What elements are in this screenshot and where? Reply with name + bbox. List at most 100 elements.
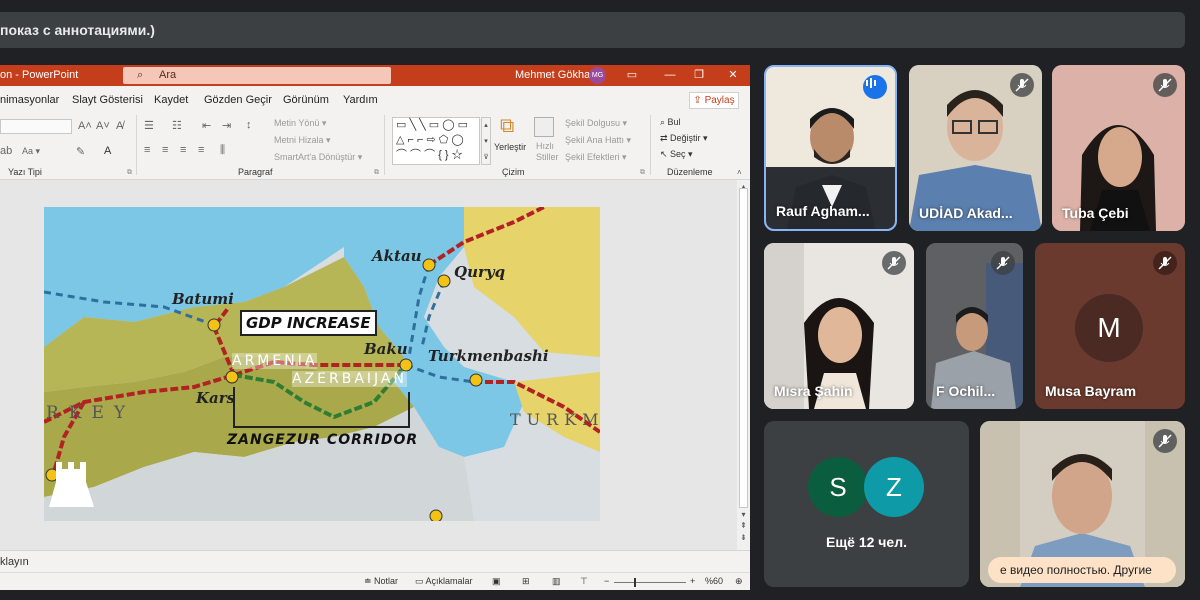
columns-icon[interactable]: ⫼ xyxy=(220,144,225,157)
speaking-indicator-icon xyxy=(863,75,887,99)
scroll-thumb[interactable] xyxy=(739,188,748,508)
replace-button[interactable]: ⇄ Değiştir ▾ xyxy=(660,133,708,144)
close-icon[interactable]: ✕ xyxy=(724,67,742,84)
highlight-icon[interactable]: ✎ xyxy=(76,145,85,158)
normal-view-icon[interactable]: ▣ xyxy=(492,576,501,587)
participant-tile[interactable]: Mısra Şahin xyxy=(764,243,914,409)
participant-avatar: M xyxy=(1075,294,1143,362)
find-label: Bul xyxy=(667,117,681,127)
prev-slide-icon[interactable]: ⇞ xyxy=(737,521,750,530)
tab-slideshow[interactable]: Slayt Gösterisi xyxy=(72,94,143,106)
tab-help[interactable]: Yardım xyxy=(343,94,378,106)
text-direction[interactable]: Metin Yönü ▾ xyxy=(274,118,326,129)
scroll-down-icon[interactable]: ▾ xyxy=(737,510,750,519)
slide-map: Aktau Quryq Batumi GDP INCREASE Baku Tur… xyxy=(44,207,600,521)
participant-tile[interactable]: F Ochil... xyxy=(926,243,1023,409)
bullets-icon[interactable]: ☰ xyxy=(144,119,154,132)
convert-smartart[interactable]: SmartArt'a Dönüştür ▾ xyxy=(274,152,362,163)
participant-tile[interactable]: Tuba Çebi xyxy=(1052,65,1185,231)
slideshow-view-icon[interactable]: ⊤ xyxy=(580,576,588,587)
ppt-title-bar: on - PowerPoint ⌕ Ara Mehmet Gökhan MG ▭… xyxy=(0,65,750,86)
presentation-banner: показ с аннотациями.) xyxy=(0,12,1185,48)
select-button[interactable]: ↖ Seç ▾ xyxy=(660,149,693,160)
line-spacing-icon[interactable]: ↕ xyxy=(246,119,252,131)
mic-off-icon xyxy=(1153,73,1177,97)
zoom-out-icon[interactable]: − xyxy=(604,576,609,586)
mic-off-icon xyxy=(882,251,906,275)
tab-animations[interactable]: nimasyonlar xyxy=(0,94,59,106)
slide-sorter-icon[interactable]: ⊞ xyxy=(522,576,530,587)
shapes-scroll[interactable]: ▴ ▾ ⊽ xyxy=(481,117,491,165)
label-turkmenistan: TURKM xyxy=(510,410,600,429)
ppt-search-box[interactable]: ⌕ Ara xyxy=(123,67,391,84)
ppt-app-title: on - PowerPoint xyxy=(0,69,79,81)
participant-tile[interactable]: UDİAD Akad... xyxy=(909,65,1042,231)
ppt-user-avatar[interactable]: MG xyxy=(589,67,606,84)
find-button[interactable]: ⌕ Bul xyxy=(660,117,681,128)
grow-font-icon[interactable]: A˄ xyxy=(78,120,92,132)
label-zangezur: ZANGEZUR CORRIDOR xyxy=(227,432,419,448)
align-right-icon[interactable]: ≡ xyxy=(180,144,186,156)
vertical-scrollbar[interactable]: ▴ ▾ ⇞ ⇟ xyxy=(737,180,750,550)
increase-indent-icon[interactable]: ⇥ xyxy=(222,119,231,132)
share-button[interactable]: ⇪ Paylaş xyxy=(689,92,739,109)
minimize-icon[interactable]: — xyxy=(661,67,679,84)
paragraph-dialog-icon[interactable]: ⧉ xyxy=(374,169,379,177)
clear-format-icon[interactable]: A̸ xyxy=(116,120,123,132)
ribbon-display-icon[interactable]: ▭ xyxy=(623,67,641,84)
font-color-icon[interactable]: A xyxy=(104,145,111,157)
group-paragraph: Paragraf xyxy=(238,167,273,177)
label-gdp-increase: GDP INCREASE xyxy=(240,310,377,336)
drawing-dialog-icon[interactable]: ⧉ xyxy=(640,169,645,177)
comments-button[interactable]: ▭ Açıklamalar xyxy=(415,576,473,587)
ribbon-separator xyxy=(650,115,651,175)
arrange-label[interactable]: Yerleştir xyxy=(494,142,526,152)
fit-slide-icon[interactable]: ⊕ xyxy=(735,576,743,587)
quick-styles-label[interactable]: Hızlı Stiller xyxy=(536,141,559,163)
mic-off-icon xyxy=(1010,73,1034,97)
zoom-level[interactable]: %60 xyxy=(705,576,723,586)
notes-pane[interactable]: klayın xyxy=(0,550,750,572)
align-left-icon[interactable]: ≡ xyxy=(144,144,150,156)
font-dialog-icon[interactable]: ⧉ xyxy=(127,169,132,177)
shape-fill[interactable]: Şekil Dolgusu ▾ xyxy=(565,118,627,129)
group-font: Yazı Tipi xyxy=(8,167,42,177)
decrease-indent-icon[interactable]: ⇤ xyxy=(202,119,211,132)
participant-name: UDİAD Akad... xyxy=(919,205,1013,221)
strikethrough-icon[interactable]: ab xyxy=(0,145,12,157)
tab-record[interactable]: Kaydet xyxy=(154,94,188,106)
others-tile[interactable]: S Z Ещё 12 чел. xyxy=(764,421,969,587)
others-count: Ещё 12 чел. xyxy=(826,534,907,550)
zoom-slider-thumb[interactable] xyxy=(634,578,636,587)
replace-label: Değiştir ▾ xyxy=(670,133,708,143)
reading-view-icon[interactable]: ▥ xyxy=(552,576,561,587)
select-label: Seç ▾ xyxy=(670,149,693,159)
ribbon-separator xyxy=(136,115,137,175)
participant-name: Musa Bayram xyxy=(1045,383,1137,399)
zoom-in-icon[interactable]: + xyxy=(690,576,695,586)
change-case-label[interactable]: Aa ▾ xyxy=(22,146,40,157)
notes-button[interactable]: ≐ Notlar xyxy=(364,576,398,587)
ppt-search-placeholder: Ara xyxy=(159,69,177,81)
numbering-icon[interactable]: ☷ xyxy=(172,119,182,132)
participant-tile[interactable]: Rauf Agham... xyxy=(764,65,897,231)
collapse-ribbon-icon[interactable]: ˄ xyxy=(737,168,742,177)
arrange-icon[interactable]: ⧉ xyxy=(500,115,514,138)
shapes-gallery[interactable]: ▭ ╲ ╲ ▭ ◯ ▭ △ ⌐ ⌐ ⇨ ⬠ ◯ ⌒ ⌒ ⌒ { } ☆ xyxy=(392,117,480,165)
tab-view[interactable]: Görünüm xyxy=(283,94,329,106)
shrink-font-icon[interactable]: A˅ xyxy=(96,120,110,132)
restore-icon[interactable]: ❐ xyxy=(690,67,708,84)
next-slide-icon[interactable]: ⇟ xyxy=(737,533,750,542)
font-size-box[interactable] xyxy=(0,119,72,134)
tab-review[interactable]: Gözden Geçir xyxy=(204,94,272,106)
quick-styles-icon[interactable] xyxy=(534,117,554,137)
label-azerbaijan: AZERBAIJAN xyxy=(292,371,407,387)
justify-icon[interactable]: ≡ xyxy=(198,144,204,156)
shape-outline[interactable]: Şekil Ana Hattı ▾ xyxy=(565,135,631,146)
notes-label: Notlar xyxy=(374,576,399,586)
zoom-slider[interactable] xyxy=(614,582,686,583)
align-text[interactable]: Metni Hizala ▾ xyxy=(274,135,331,146)
shape-effects[interactable]: Şekil Efektleri ▾ xyxy=(565,152,627,163)
align-center-icon[interactable]: ≡ xyxy=(162,144,168,156)
participant-tile[interactable]: M Musa Bayram xyxy=(1035,243,1185,409)
